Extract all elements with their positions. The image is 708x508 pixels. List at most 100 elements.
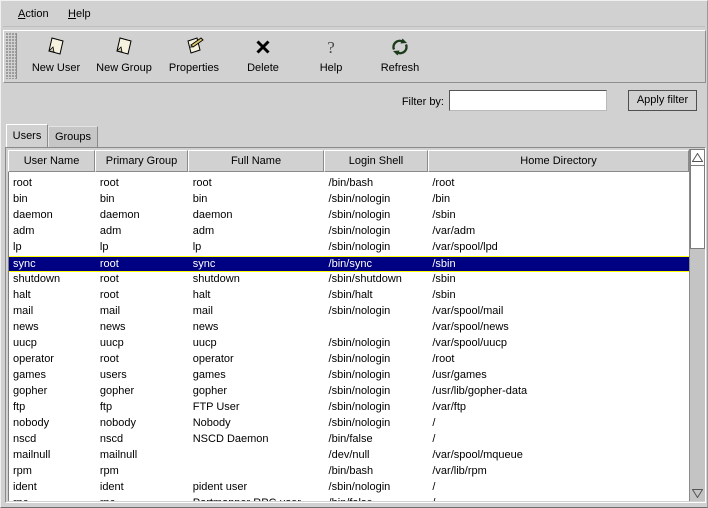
- table-row[interactable]: uucpuucpuucp/sbin/nologin/var/spool/uucp: [9, 336, 689, 352]
- column-header-user-name[interactable]: User Name: [8, 150, 95, 172]
- home-directory-cell: /sbin: [428, 288, 689, 302]
- user-table-body: rootrootroot/bin/bash/rootbinbinbin/sbin…: [8, 172, 689, 501]
- menu-action[interactable]: Action: [15, 7, 52, 22]
- user-name-cell: shutdown: [9, 272, 96, 286]
- column-header-full-name[interactable]: Full Name: [188, 150, 324, 172]
- user-name-cell: sync: [9, 257, 96, 271]
- primary-group-cell: root: [96, 288, 189, 302]
- column-header-home-directory[interactable]: Home Directory: [428, 150, 689, 172]
- table-row[interactable]: newsnewsnews/var/spool/news: [9, 320, 689, 336]
- user-manager-window: Action Help New User New Gr: [0, 0, 708, 508]
- full-name-cell: mail: [189, 304, 325, 318]
- filter-input[interactable]: [449, 90, 607, 111]
- primary-group-cell: rpc: [96, 496, 189, 501]
- table-row[interactable]: lplplp/sbin/nologin/var/spool/lpd: [9, 240, 689, 256]
- toolbar-drag-handle[interactable]: [6, 33, 17, 79]
- home-directory-cell: /var/spool/mqueue: [428, 448, 689, 462]
- user-name-cell: mail: [9, 304, 96, 318]
- scrollbar-thumb[interactable]: [690, 165, 705, 249]
- user-name-cell: rpc: [9, 496, 96, 501]
- table-row[interactable]: syncrootsync/bin/sync/sbin: [9, 256, 689, 272]
- scroll-down-button[interactable]: [690, 485, 705, 501]
- login-shell-cell: /sbin/nologin: [325, 384, 429, 398]
- menu-help[interactable]: Help: [65, 7, 94, 22]
- login-shell-cell: /sbin/shutdown: [325, 272, 429, 286]
- table-row[interactable]: nobodynobodyNobody/sbin/nologin/: [9, 416, 689, 432]
- refresh-circular-arrows-icon: [362, 34, 438, 60]
- home-directory-cell: /: [428, 416, 689, 430]
- primary-group-cell: gopher: [96, 384, 189, 398]
- login-shell-cell: /sbin/nologin: [325, 352, 429, 366]
- table-row[interactable]: gamesusersgames/sbin/nologin/usr/games: [9, 368, 689, 384]
- toolbar: New User New Group Properties: [3, 30, 706, 83]
- home-directory-cell: /var/adm: [428, 224, 689, 238]
- menu-help-label: elp: [76, 8, 91, 20]
- home-directory-cell: /var/ftp: [428, 400, 689, 414]
- table-row[interactable]: gophergophergopher/sbin/nologin/usr/lib/…: [9, 384, 689, 400]
- table-row[interactable]: rpcrpcPortmapper RPC user/bin/false/: [9, 496, 689, 501]
- properties-icon: [156, 34, 232, 60]
- full-name-cell: halt: [189, 288, 325, 302]
- filter-label: Filter by:: [386, 96, 444, 108]
- primary-group-cell: root: [96, 272, 189, 286]
- tab-users[interactable]: Users: [6, 124, 48, 148]
- tab-groups[interactable]: Groups: [48, 126, 98, 148]
- new-group-button[interactable]: New Group: [86, 34, 162, 79]
- table-row[interactable]: binbinbin/sbin/nologin/bin: [9, 192, 689, 208]
- login-shell-cell: /dev/null: [325, 448, 429, 462]
- primary-group-cell: news: [96, 320, 189, 334]
- apply-filter-button[interactable]: Apply filter: [628, 90, 697, 111]
- primary-group-cell: users: [96, 368, 189, 382]
- full-name-cell: news: [189, 320, 325, 334]
- login-shell-cell: /bin/bash: [325, 464, 429, 478]
- home-directory-cell: /root: [428, 176, 689, 190]
- help-label: Help: [293, 62, 369, 75]
- refresh-button[interactable]: Refresh: [362, 34, 438, 79]
- new-user-label: New User: [18, 62, 94, 75]
- column-header-login-shell[interactable]: Login Shell: [324, 150, 428, 172]
- user-name-cell: uucp: [9, 336, 96, 350]
- home-directory-cell: /bin: [428, 192, 689, 206]
- refresh-label: Refresh: [362, 62, 438, 75]
- primary-group-cell: root: [96, 352, 189, 366]
- full-name-cell: [189, 464, 325, 478]
- new-user-button[interactable]: New User: [18, 34, 94, 79]
- menu-action-label: ction: [25, 8, 48, 20]
- login-shell-cell: /sbin/nologin: [325, 416, 429, 430]
- table-row[interactable]: haltroothalt/sbin/halt/sbin: [9, 288, 689, 304]
- menu-help-mnemonic: H: [68, 8, 76, 20]
- user-name-cell: root: [9, 176, 96, 190]
- table-row[interactable]: ftpftpFTP User/sbin/nologin/var/ftp: [9, 400, 689, 416]
- table-row[interactable]: admadmadm/sbin/nologin/var/adm: [9, 224, 689, 240]
- full-name-cell: Portmapper RPC user: [189, 496, 325, 501]
- table-row[interactable]: identidentpident user/sbin/nologin/: [9, 480, 689, 496]
- table-row[interactable]: rpmrpm/bin/bash/var/lib/rpm: [9, 464, 689, 480]
- table-row[interactable]: daemondaemondaemon/sbin/nologin/sbin: [9, 208, 689, 224]
- table-row[interactable]: shutdownrootshutdown/sbin/shutdown/sbin: [9, 272, 689, 288]
- table-row[interactable]: rootrootroot/bin/bash/root: [9, 176, 689, 192]
- login-shell-cell: [325, 320, 429, 334]
- full-name-cell: root: [189, 176, 325, 190]
- tab-users-label: Users: [13, 130, 42, 142]
- home-directory-cell: /usr/games: [428, 368, 689, 382]
- primary-group-cell: mail: [96, 304, 189, 318]
- user-name-cell: rpm: [9, 464, 96, 478]
- table-row[interactable]: mailnullmailnull/dev/null/var/spool/mque…: [9, 448, 689, 464]
- column-header-primary-group[interactable]: Primary Group: [95, 150, 188, 172]
- login-shell-cell: /sbin/halt: [325, 288, 429, 302]
- new-group-icon: [86, 34, 162, 60]
- table-row[interactable]: operatorrootoperator/sbin/nologin/root: [9, 352, 689, 368]
- primary-group-cell: root: [96, 176, 189, 190]
- help-button[interactable]: ? Help: [293, 34, 369, 79]
- table-row[interactable]: mailmailmail/sbin/nologin/var/spool/mail: [9, 304, 689, 320]
- primary-group-cell: adm: [96, 224, 189, 238]
- properties-button[interactable]: Properties: [156, 34, 232, 79]
- delete-button[interactable]: Delete: [225, 34, 301, 79]
- home-directory-cell: /sbin: [428, 208, 689, 222]
- table-row[interactable]: nscdnscdNSCD Daemon/bin/false/: [9, 432, 689, 448]
- question-mark-glyph: ?: [327, 39, 335, 56]
- home-directory-cell: /var/spool/mail: [428, 304, 689, 318]
- vertical-scrollbar[interactable]: [689, 149, 705, 501]
- scroll-up-button[interactable]: [690, 149, 705, 165]
- home-directory-cell: /var/spool/lpd: [428, 240, 689, 254]
